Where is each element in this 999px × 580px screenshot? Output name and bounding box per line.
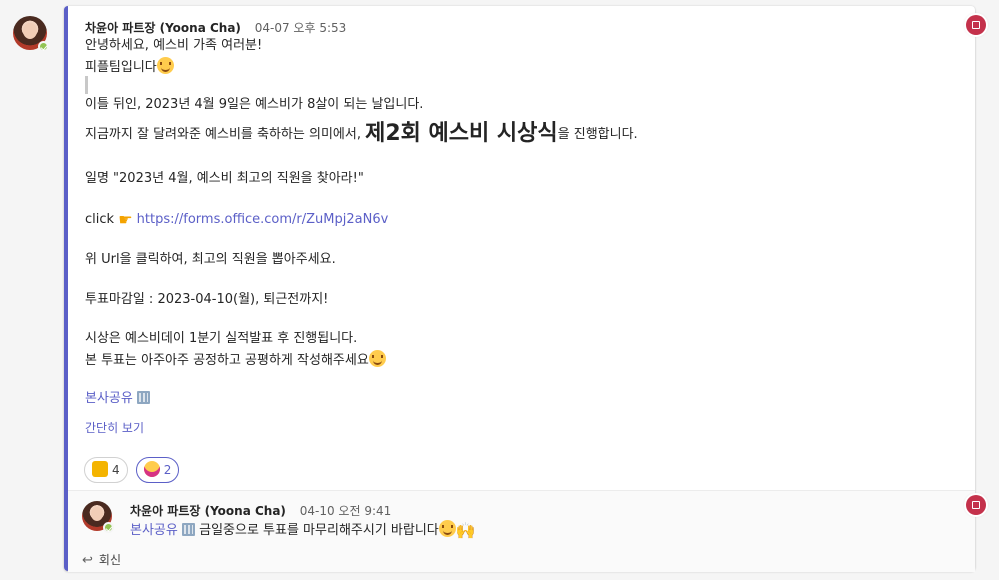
mention-line: 본사공유 (85, 390, 150, 408)
form-link[interactable]: https://forms.office.com/r/ZuMpj2aN6v (137, 212, 389, 227)
message-line: 지금까지 잘 달려와준 예스비를 축하하는 의미에서, 제2회 예스비 시상식을… (85, 121, 638, 146)
message-line: 이틀 뒤인, 2023년 4월 9일은 예스비가 8살이 되는 날입니다. (85, 97, 424, 112)
message-line: 시상은 예스비데이 1분기 실적발표 후 진행됩니다. (85, 331, 358, 346)
reply-timestamp: 04-10 오전 9:41 (299, 504, 392, 518)
author-name[interactable]: 차윤아 파트장 (Yoona Cha) (85, 21, 241, 35)
winking-face-icon (368, 350, 386, 367)
message-line: 안녕하세요, 예스비 가족 여러분! (85, 38, 263, 53)
quote-bar (85, 76, 88, 94)
author-avatar[interactable] (13, 16, 49, 52)
reactions-bar: 4 2 (84, 457, 182, 483)
smiling-face-icon (438, 520, 456, 537)
message-line: 일명 "2023년 4월, 예스비 최고의 직원을 찾아라!" (85, 171, 364, 186)
channel-mention[interactable]: 본사공유 (130, 523, 178, 538)
reply-thread: 차윤아 파트장 (Yoona Cha) 04-10 오전 9:41 본사공유 금… (68, 490, 975, 572)
pointing-right-icon: ☛ (118, 210, 133, 229)
see-less-link[interactable]: 간단히 보기 (85, 419, 144, 436)
message-line: click ☛ https://forms.office.com/r/ZuMpj… (85, 210, 389, 229)
message-header: 차윤아 파트장 (Yoona Cha) 04-07 오후 5:53 (85, 19, 346, 36)
reply-author-name[interactable]: 차윤아 파트장 (Yoona Cha) (130, 504, 286, 518)
smiling-face-icon (156, 57, 174, 74)
reply-actions-icon[interactable] (966, 495, 986, 515)
message-card: 차윤아 파트장 (Yoona Cha) 04-07 오후 5:53 안녕하세요,… (64, 6, 975, 572)
channel-mention[interactable]: 본사공유 (85, 391, 133, 406)
message-line: 위 Url을 클릭하여, 최고의 직원을 뽑아주세요. (85, 252, 336, 267)
raising-hands-icon: 🙌 (455, 521, 476, 540)
reply-author-avatar[interactable] (82, 501, 114, 533)
thumbs-up-icon (92, 461, 108, 477)
message-line: 투표마감일 : 2023-04-10(월), 퇴근전까지! (85, 292, 329, 307)
reply-arrow-icon: ↩ (82, 553, 93, 568)
reaction-thumbs-up[interactable]: 4 (84, 457, 128, 483)
office-building-icon (136, 391, 150, 404)
presence-available-icon (38, 41, 49, 52)
reply-header: 차윤아 파트장 (Yoona Cha) 04-10 오전 9:41 (130, 502, 391, 519)
message-line: 본 투표는 아주아주 공정하고 공평하게 작성해주세요 (85, 350, 386, 370)
office-building-icon (181, 523, 195, 536)
message-timestamp: 04-07 오후 5:53 (254, 21, 347, 35)
message-actions-icon[interactable] (966, 15, 986, 35)
laughing-face-icon (143, 461, 160, 477)
message-line: 피플팀입니다 (85, 57, 174, 77)
presence-available-icon (103, 522, 114, 533)
reply-button[interactable]: ↩ 회신 (82, 551, 121, 568)
headline-text: 제2회 예스비 시상식 (365, 121, 558, 146)
reply-text: 본사공유 금일중으로 투표를 마무리해주시기 바랍니다 🙌 (130, 520, 476, 540)
reaction-laughing[interactable]: 2 (135, 457, 180, 483)
